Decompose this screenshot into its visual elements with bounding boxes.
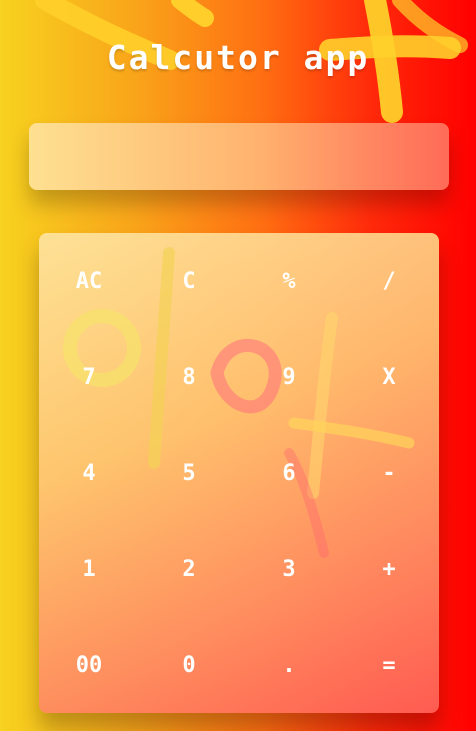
keys-grid: AC C % / 7 8 9 X 4 5 6 - 1 2 3 + 00 0 . …	[39, 233, 439, 713]
key-5[interactable]: 5	[139, 425, 239, 521]
key-clear[interactable]: C	[139, 233, 239, 329]
key-2[interactable]: 2	[139, 521, 239, 617]
keypad: AC C % / 7 8 9 X 4 5 6 - 1 2 3 + 00 0 . …	[39, 233, 439, 713]
result-display	[29, 123, 449, 190]
key-0[interactable]: 0	[139, 617, 239, 713]
key-equals[interactable]: =	[339, 617, 439, 713]
page-title: Calcutor app	[106, 38, 370, 77]
key-6[interactable]: 6	[239, 425, 339, 521]
key-divide[interactable]: /	[339, 233, 439, 329]
key-all-clear[interactable]: AC	[39, 233, 139, 329]
key-decimal[interactable]: .	[239, 617, 339, 713]
key-7[interactable]: 7	[39, 329, 139, 425]
key-8[interactable]: 8	[139, 329, 239, 425]
key-add[interactable]: +	[339, 521, 439, 617]
key-3[interactable]: 3	[239, 521, 339, 617]
key-9[interactable]: 9	[239, 329, 339, 425]
key-multiply[interactable]: X	[339, 329, 439, 425]
key-double-zero[interactable]: 00	[39, 617, 139, 713]
key-1[interactable]: 1	[39, 521, 139, 617]
key-percent[interactable]: %	[239, 233, 339, 329]
key-subtract[interactable]: -	[339, 425, 439, 521]
key-4[interactable]: 4	[39, 425, 139, 521]
